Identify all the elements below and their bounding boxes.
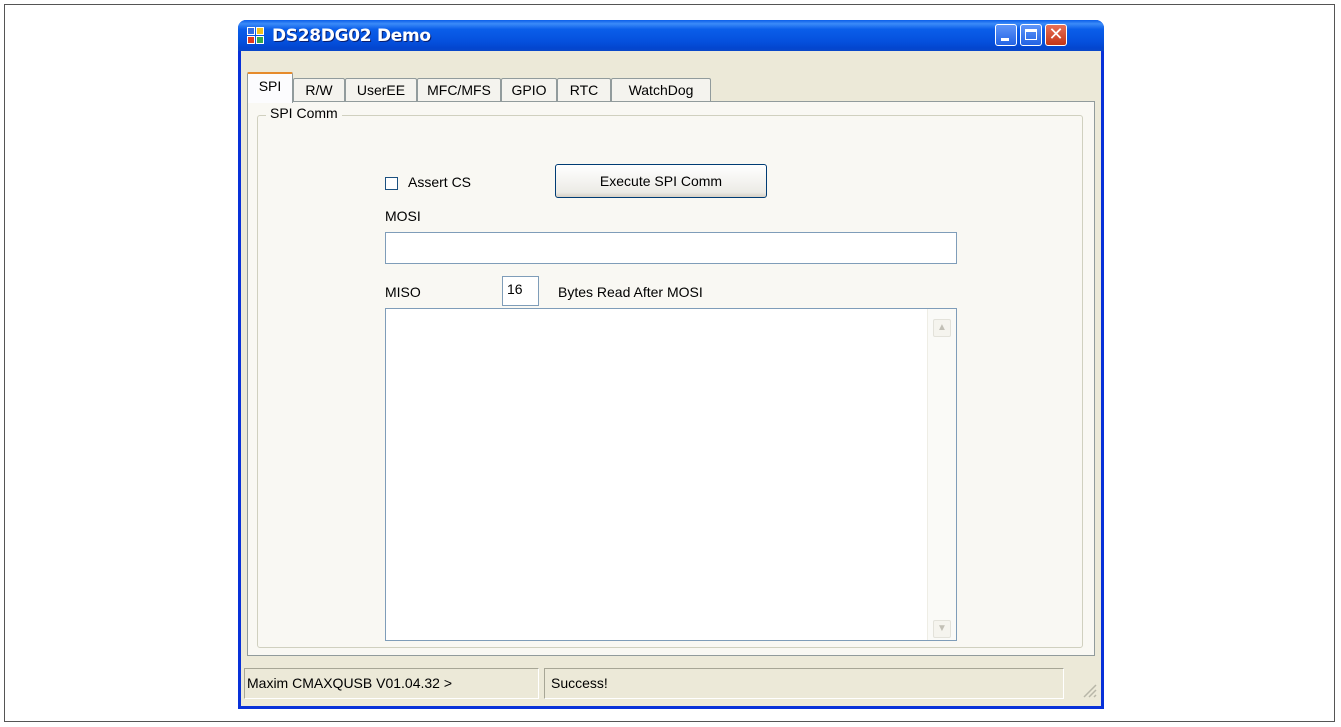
maximize-icon xyxy=(1025,29,1037,40)
mosi-input[interactable] xyxy=(385,232,957,264)
minimize-button[interactable] xyxy=(995,24,1017,46)
bytes-read-label: Bytes Read After MOSI xyxy=(558,284,703,300)
tab-rtc[interactable]: RTC xyxy=(557,78,611,102)
status-message: Success! xyxy=(544,668,1064,699)
minimize-icon xyxy=(1001,38,1009,41)
app-window-icon xyxy=(247,27,265,45)
chevron-down-icon[interactable]: ▼ xyxy=(933,620,951,638)
spi-tab-panel: SPI Comm Assert CS Execute SPI Comm MOSI… xyxy=(247,101,1095,656)
tab-rw[interactable]: R/W xyxy=(293,78,345,102)
tab-spi[interactable]: SPI xyxy=(247,72,293,103)
group-title: SPI Comm xyxy=(266,105,342,121)
tab-useree[interactable]: UserEE xyxy=(345,78,417,102)
tab-mfc-mfs[interactable]: MFC/MFS xyxy=(417,78,501,102)
close-icon: ✕ xyxy=(1048,24,1064,45)
miso-output[interactable]: ▲ ▼ xyxy=(385,308,957,641)
close-button[interactable]: ✕ xyxy=(1045,24,1067,46)
chevron-up-icon[interactable]: ▲ xyxy=(933,319,951,337)
execute-spi-comm-button[interactable]: Execute SPI Comm xyxy=(555,164,767,198)
window-title: DS28DG02 Demo xyxy=(272,26,431,46)
status-bar: Maxim CMAXQUSB V01.04.32 > Success! xyxy=(241,664,1101,706)
miso-label: MISO xyxy=(385,284,421,300)
assert-cs-label: Assert CS xyxy=(408,174,472,190)
vertical-scrollbar[interactable]: ▲ ▼ xyxy=(927,309,956,640)
tab-watchdog[interactable]: WatchDog xyxy=(611,78,711,102)
resize-grip-icon[interactable] xyxy=(1079,680,1097,698)
assert-cs-checkbox[interactable] xyxy=(385,177,398,190)
bytes-read-input[interactable]: 16 xyxy=(502,276,539,306)
spi-comm-group: SPI Comm Assert CS Execute SPI Comm MOSI… xyxy=(257,105,1083,648)
app-window: DS28DG02 Demo ✕ SPI R/W UserEE MFC/MFS G… xyxy=(238,20,1104,709)
tab-gpio[interactable]: GPIO xyxy=(501,78,557,102)
mosi-label: MOSI xyxy=(385,208,421,224)
maximize-button[interactable] xyxy=(1020,24,1042,46)
title-bar[interactable]: DS28DG02 Demo ✕ xyxy=(238,20,1104,51)
status-device: Maxim CMAXQUSB V01.04.32 > xyxy=(244,668,539,699)
